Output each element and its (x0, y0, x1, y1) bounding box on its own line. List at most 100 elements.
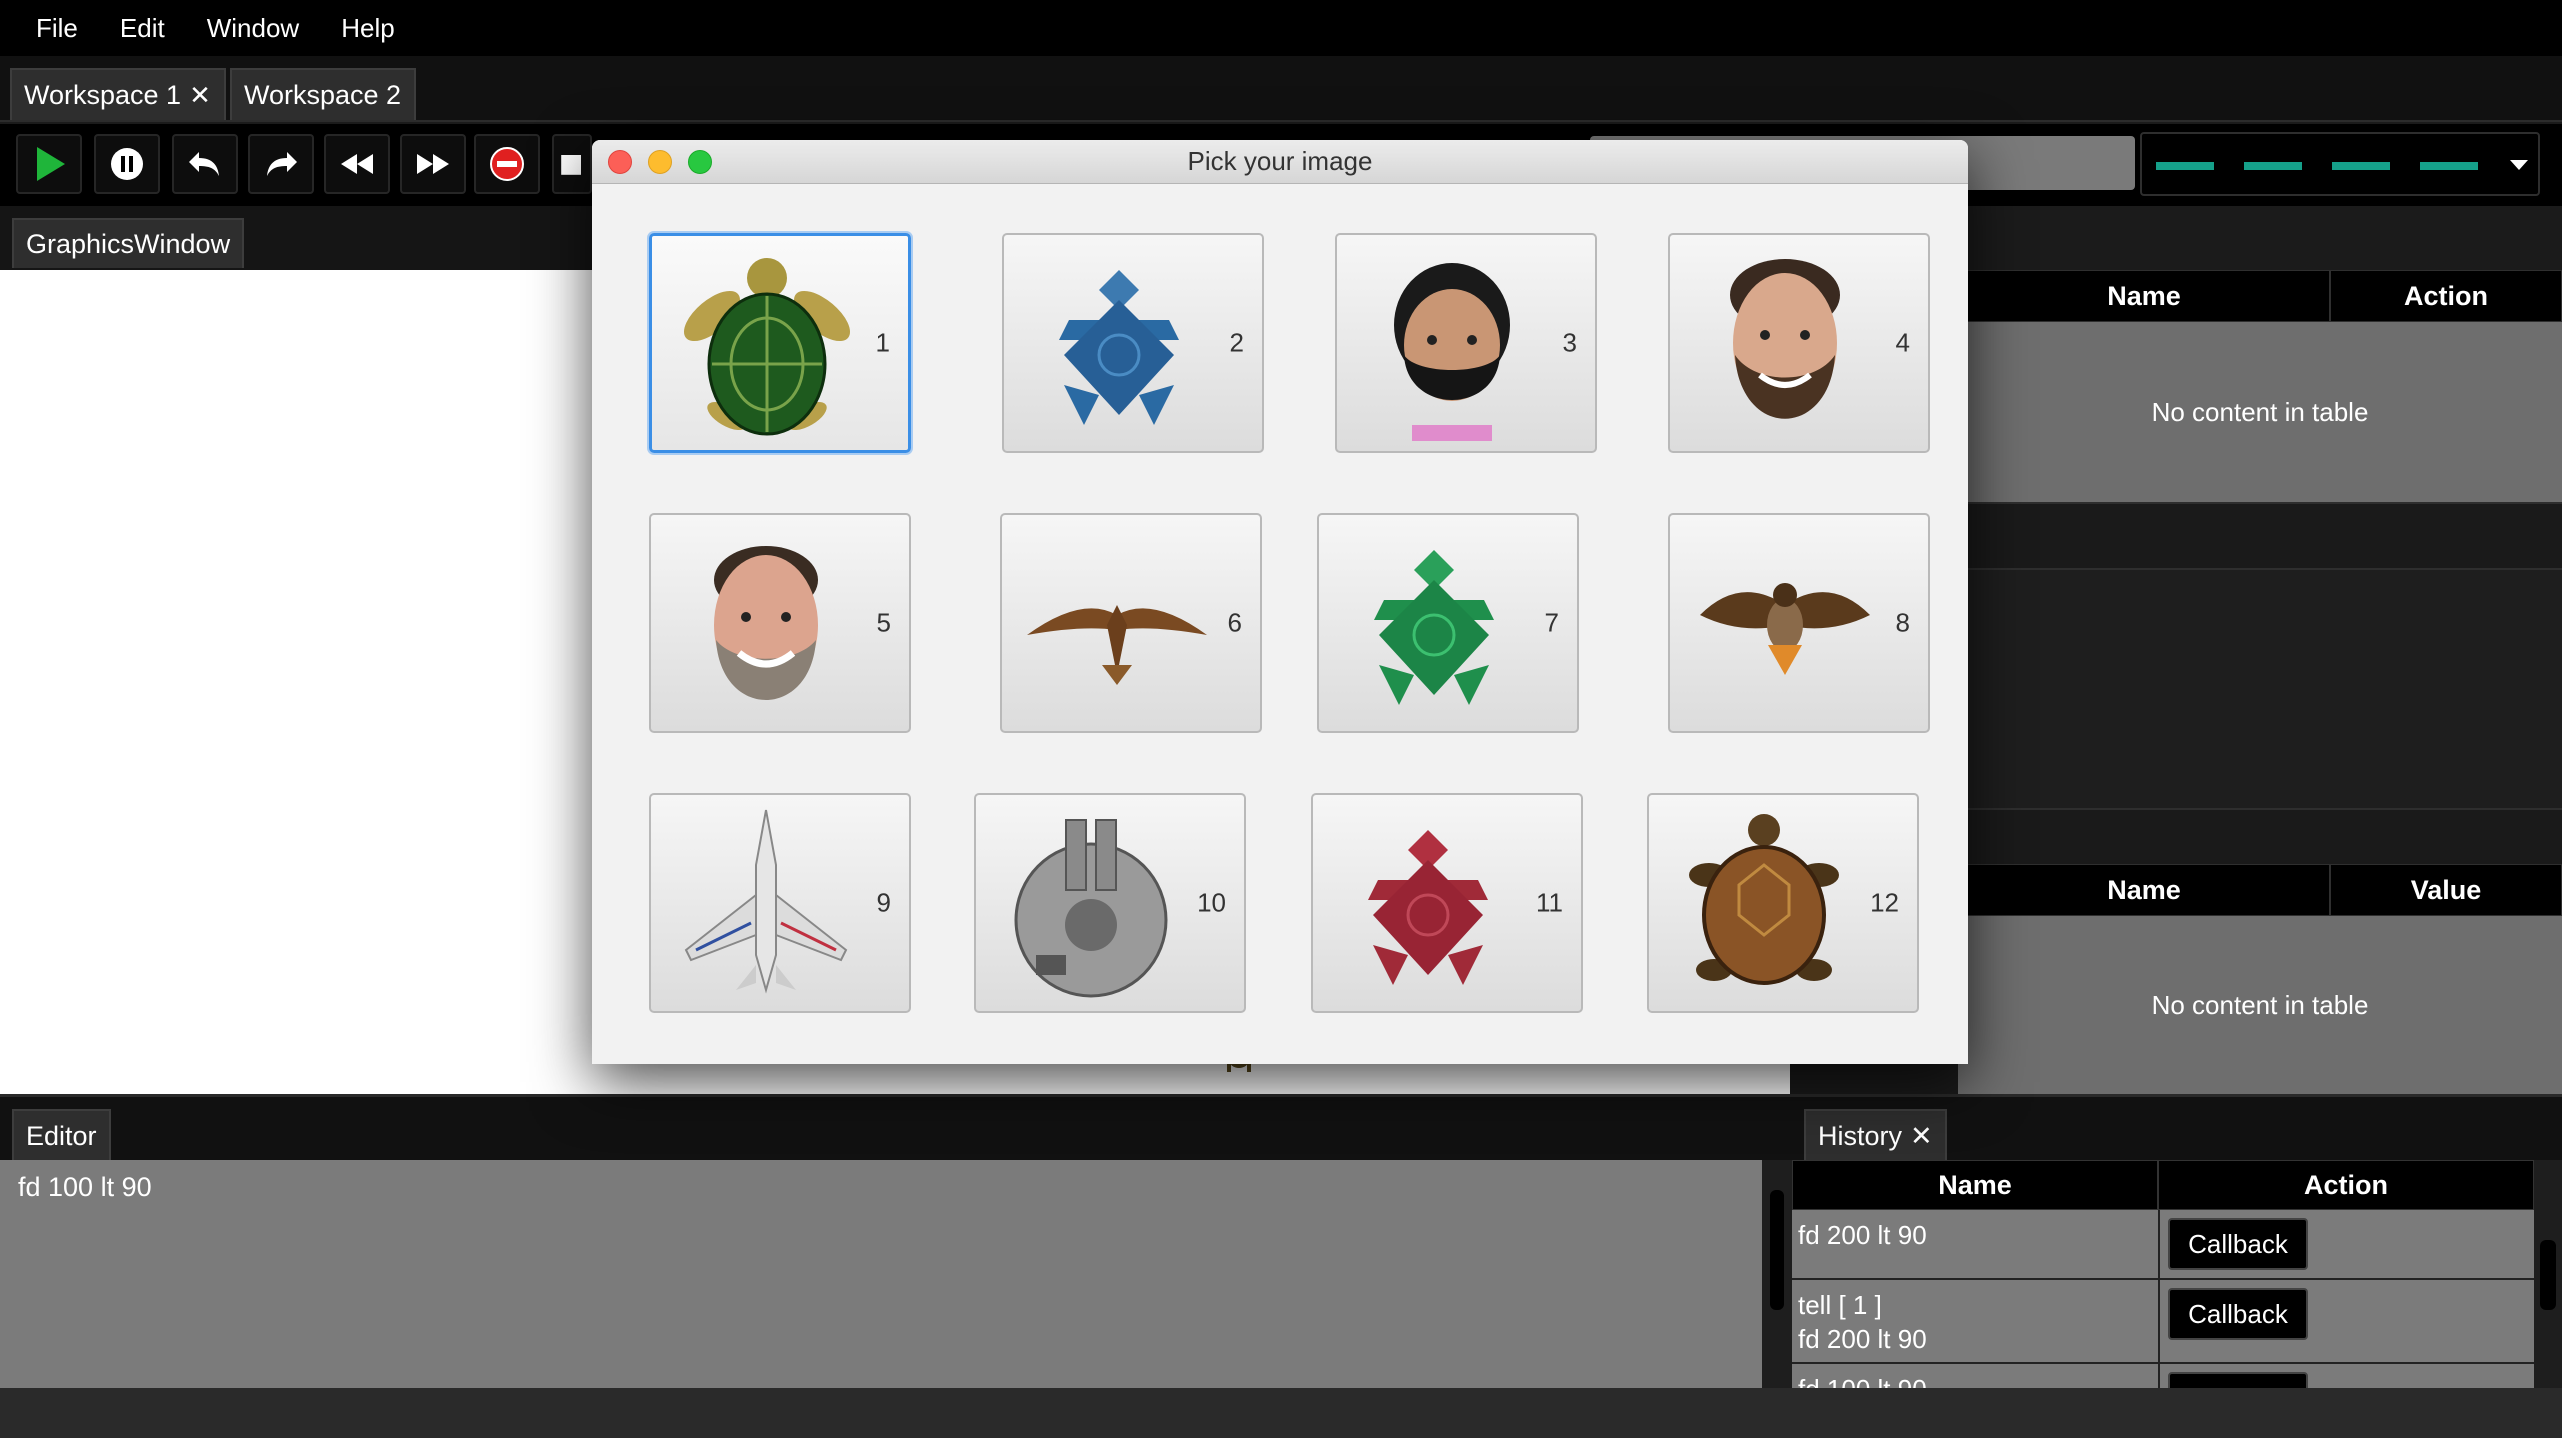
green-sea-turtle-icon (683, 258, 851, 436)
redo-button[interactable] (248, 134, 314, 194)
history-scrollbar[interactable] (2534, 1160, 2562, 1388)
history-table: Name Action fd 200 lt 90 Callback tell [… (1792, 1160, 2534, 1388)
close-icon[interactable]: ✕ (189, 80, 211, 111)
menu-window[interactable]: Window (207, 13, 299, 44)
image-number: 1 (875, 327, 890, 358)
menu-bar: File Edit Window Help (0, 0, 2562, 56)
image-number: 12 (1870, 887, 1899, 918)
image-number: 8 (1895, 607, 1910, 638)
millennium-falcon-ship-icon (1014, 819, 1168, 998)
table-row[interactable]: tell [ 1 ] fd 200 lt 90 Callback (1792, 1280, 2534, 1364)
column-header-name[interactable]: Name (1958, 270, 2330, 322)
pen-style-dropdown[interactable] (2140, 132, 2540, 196)
editor-scrollbar[interactable] (1762, 1160, 1792, 1388)
editor-text: fd 100 lt 90 (18, 1172, 152, 1202)
panel-divider (1958, 808, 2562, 864)
close-icon[interactable]: ✕ (1910, 1121, 1933, 1152)
rewind-button[interactable] (324, 134, 390, 194)
green-geometric-turtle-icon (1374, 550, 1494, 705)
dialog-title: Pick your image (1187, 146, 1373, 176)
smiling-man-face-icon (1730, 259, 1840, 419)
image-option-5[interactable]: 5 (649, 513, 911, 733)
image-number: 11 (1536, 887, 1563, 918)
image-option-8[interactable]: 8 (1668, 513, 1930, 733)
reset-button[interactable] (474, 134, 540, 194)
pause-button[interactable] (94, 134, 160, 194)
image-number: 7 (1544, 607, 1559, 638)
zoom-window-icon[interactable] (688, 150, 712, 174)
history-command: fd 200 lt 90 (1798, 1220, 1927, 1250)
stop-sign-icon (490, 147, 524, 181)
history-command: tell [ 1 ] fd 200 lt 90 (1798, 1290, 1927, 1354)
workspace-tab-bar: Workspace 1 ✕ Workspace 2 (0, 56, 2562, 122)
table-row[interactable]: fd 100 lt 90 Callback (1792, 1364, 2534, 1388)
image-option-12[interactable]: 12 (1647, 793, 1919, 1013)
callback-button[interactable]: Callback (2168, 1218, 2308, 1270)
image-option-1[interactable]: 1 (649, 233, 911, 453)
callback-button[interactable]: Callback (2168, 1288, 2308, 1340)
image-option-4[interactable]: 4 (1668, 233, 1930, 453)
blue-geometric-turtle-icon (1059, 270, 1179, 425)
undo-icon (189, 152, 219, 176)
run-button[interactable] (16, 134, 82, 194)
tab-workspace-2[interactable]: Workspace 2 (230, 68, 416, 120)
empty-panel (1958, 568, 2562, 808)
image-picker-dialog: Pick your image 1 2 3 4 5 6 7 8 9 10 11 … (592, 140, 1968, 1064)
panel-divider (1958, 502, 2562, 568)
soaring-hawk-icon (1027, 605, 1207, 685)
box-turtle-icon (1689, 814, 1839, 985)
dashed-line-icon (2156, 160, 2528, 170)
status-bar (0, 1388, 2562, 1438)
square-icon (561, 155, 581, 175)
tab-graphics-window[interactable]: GraphicsWindow (12, 218, 245, 268)
tab-editor[interactable]: Editor (12, 1109, 111, 1161)
scrollbar-thumb[interactable] (2540, 1240, 2556, 1310)
empty-table-message: No content in table (1958, 322, 2562, 502)
image-option-11[interactable]: 11 (1311, 793, 1583, 1013)
undo-button[interactable] (172, 134, 238, 194)
tab-label: History (1818, 1120, 1903, 1151)
menu-file[interactable]: File (36, 13, 78, 44)
bearded-man-face-icon (1394, 263, 1510, 441)
hawk-wings-spread-icon (1700, 583, 1870, 675)
image-option-3[interactable]: 3 (1335, 233, 1597, 453)
column-header-action[interactable]: Action (2330, 270, 2562, 322)
grey-beard-man-face-icon (714, 546, 818, 700)
image-number: 5 (876, 607, 891, 638)
column-header-action[interactable]: Action (2158, 1160, 2534, 1210)
fighter-jet-icon (684, 809, 848, 994)
fast-forward-button[interactable] (400, 134, 466, 194)
image-option-6[interactable]: 6 (1000, 513, 1262, 733)
column-header-value[interactable]: Value (2330, 864, 2562, 916)
scrollbar-thumb[interactable] (1770, 1190, 1784, 1310)
close-window-icon[interactable] (608, 150, 632, 174)
menu-edit[interactable]: Edit (120, 13, 165, 44)
menu-help[interactable]: Help (341, 13, 394, 44)
empty-table-message: No content in table (1958, 916, 2562, 1094)
image-number: 9 (876, 887, 891, 918)
image-option-10[interactable]: 10 (974, 793, 1246, 1013)
image-number: 2 (1229, 327, 1244, 358)
play-icon (37, 147, 65, 181)
tab-history[interactable]: History ✕ (1804, 1109, 1947, 1161)
column-header-name[interactable]: Name (1792, 1160, 2158, 1210)
dialog-titlebar[interactable]: Pick your image (592, 140, 1968, 184)
minimize-window-icon[interactable] (648, 150, 672, 174)
pause-icon (111, 148, 143, 180)
history-tab-bar: History ✕ (1792, 1094, 2562, 1161)
column-header-name[interactable]: Name (1958, 864, 2330, 916)
history-command: fd 100 lt 90 (1798, 1372, 1927, 1388)
tab-label: Workspace 1 (24, 79, 182, 110)
image-number: 6 (1227, 607, 1242, 638)
red-geometric-turtle-icon (1368, 830, 1488, 985)
clear-button[interactable] (552, 134, 592, 194)
callback-button[interactable]: Callback (2168, 1372, 2308, 1388)
image-option-2[interactable]: 2 (1002, 233, 1264, 453)
image-option-7[interactable]: 7 (1317, 513, 1579, 733)
tab-workspace-1[interactable]: Workspace 1 ✕ (10, 68, 226, 120)
chevron-down-icon (2510, 160, 2528, 170)
image-option-9[interactable]: 9 (649, 793, 911, 1013)
code-editor[interactable]: fd 100 lt 90 (0, 1160, 1762, 1388)
table-row[interactable]: fd 200 lt 90 Callback (1792, 1210, 2534, 1280)
image-number: 10 (1197, 887, 1226, 918)
